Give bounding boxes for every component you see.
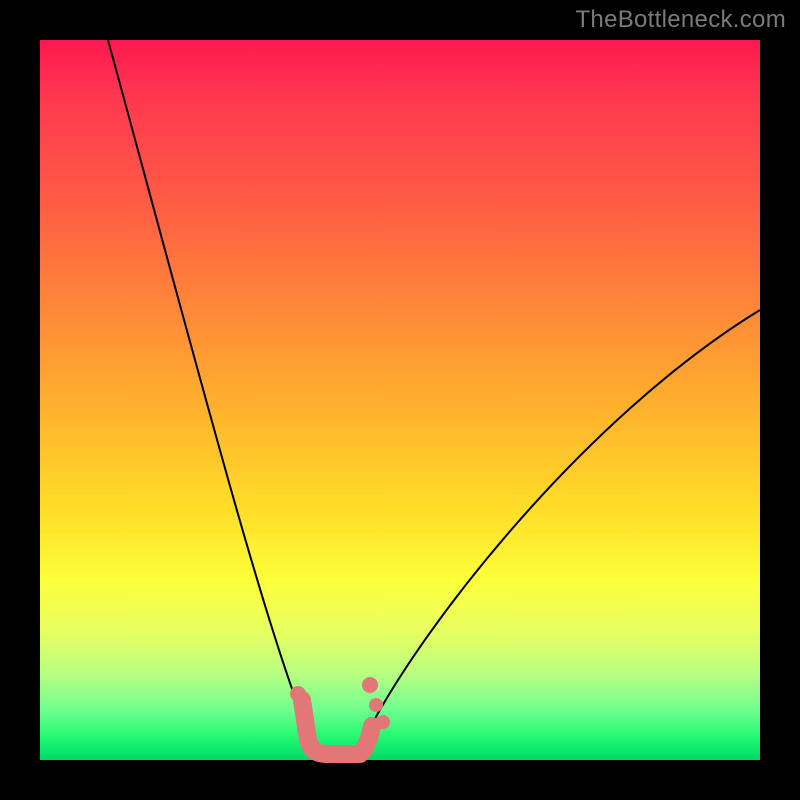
- marker-dot: [369, 698, 383, 712]
- chart-frame: TheBottleneck.com: [0, 0, 800, 800]
- watermark-text: TheBottleneck.com: [575, 6, 786, 34]
- curve-valley-highlight: [302, 700, 372, 754]
- curve-right-branch: [360, 310, 760, 748]
- chart-plot-area: [40, 40, 760, 760]
- marker-dot: [290, 686, 306, 702]
- curve-left-branch: [108, 40, 315, 748]
- marker-dot: [376, 715, 390, 729]
- chart-svg: [40, 40, 760, 760]
- marker-dot: [362, 677, 378, 693]
